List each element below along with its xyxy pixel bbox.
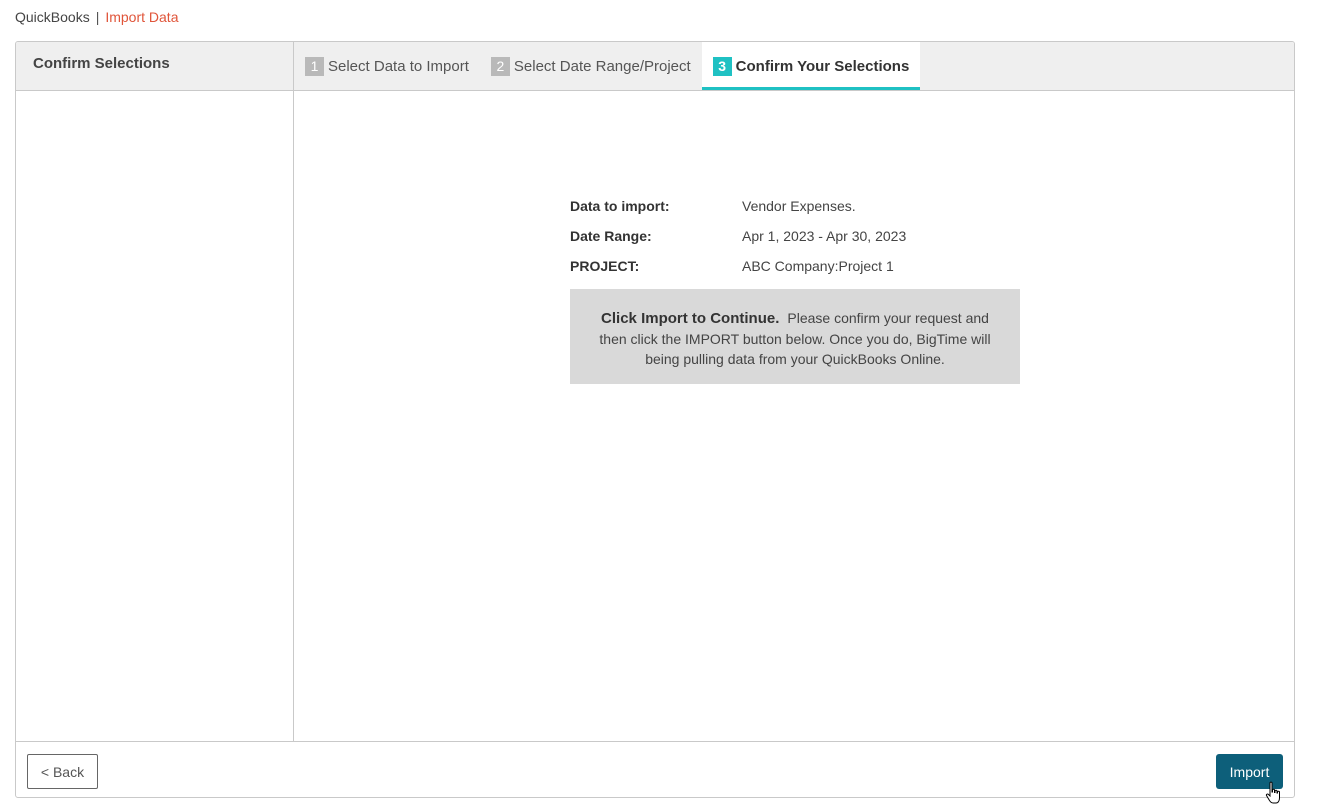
summary-row-date: Date Range: Apr 1, 2023 - Apr 30, 2023 — [570, 221, 1020, 251]
tab-label: Confirm Your Selections — [735, 57, 910, 75]
sidebar-title: Confirm Selections — [16, 42, 294, 90]
import-notice: Click Import to Continue. Please confirm … — [570, 289, 1020, 384]
data-to-import-value: Vendor Expenses. — [742, 198, 856, 214]
date-range-value: Apr 1, 2023 - Apr 30, 2023 — [742, 228, 907, 244]
sidebar — [16, 91, 294, 741]
data-to-import-label: Data to import: — [570, 198, 670, 214]
wizard-footer: < Back Import — [16, 741, 1294, 797]
step-number-badge: 2 — [490, 56, 510, 76]
main-content: Data to import: Vendor Expenses. Date Ra… — [294, 91, 1294, 741]
breadcrumb-separator: | — [95, 9, 100, 25]
summary-row-data: Data to import: Vendor Expenses. — [570, 191, 1020, 221]
hand-pointer-cursor-icon — [1265, 781, 1280, 804]
tab-label: Select Date Range/Project — [513, 57, 691, 75]
step-number-badge: 1 — [305, 56, 324, 76]
notice-heading: Click Import to Continue. — [601, 310, 780, 327]
tab-label: Select Data to Import — [328, 57, 469, 75]
date-range-label: Date Range: — [570, 228, 652, 244]
back-button[interactable]: < Back — [27, 754, 98, 789]
wizard-steps: 1 Select Data to Import 2 Select Date Ra… — [294, 42, 921, 90]
tab-select-date-range[interactable]: 2 Select Date Range/Project — [480, 42, 702, 90]
tab-confirm-selections[interactable]: 3 Confirm Your Selections — [701, 42, 921, 90]
project-value: ABC Company:Project 1 — [742, 258, 894, 274]
tab-select-data[interactable]: 1 Select Data to Import — [294, 42, 480, 90]
breadcrumb: QuickBooks | Import Data — [15, 9, 178, 25]
summary-row-project: PROJECT: ABC Company:Project 1 — [570, 251, 1020, 281]
breadcrumb-root[interactable]: QuickBooks — [15, 9, 90, 25]
breadcrumb-current: Import Data — [105, 9, 179, 25]
project-label: PROJECT: — [570, 258, 640, 274]
import-wizard-panel: Confirm Selections 1 Select Data to Impo… — [15, 41, 1295, 798]
selection-summary: Data to import: Vendor Expenses. Date Ra… — [570, 191, 1020, 384]
wizard-header: Confirm Selections 1 Select Data to Impo… — [16, 42, 1294, 91]
step-number-badge: 3 — [712, 56, 732, 76]
